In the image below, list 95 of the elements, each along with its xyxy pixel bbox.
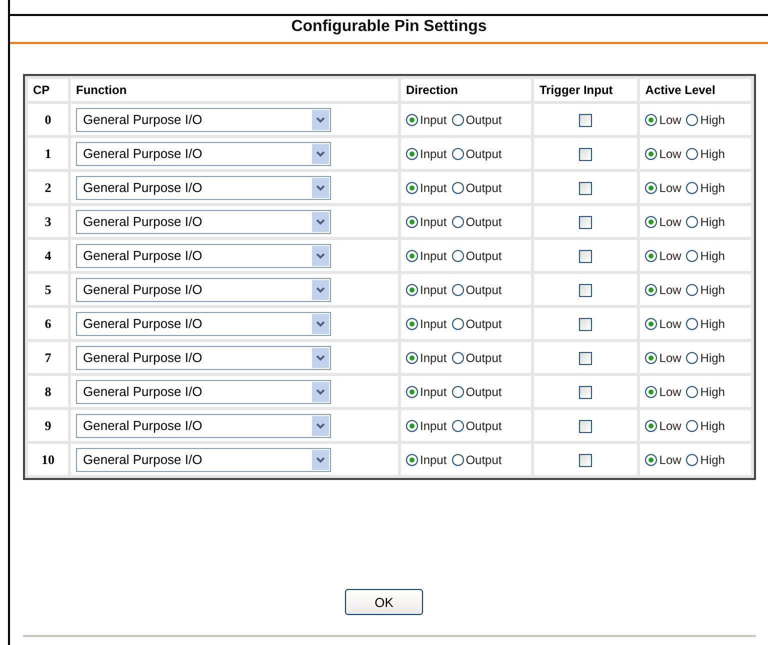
pin-number: 10 — [28, 444, 68, 475]
chevron-icon — [316, 218, 325, 224]
chevron-icon — [316, 388, 325, 394]
radio-button[interactable]: High — [686, 418, 725, 432]
checkbox[interactable] — [579, 386, 592, 399]
pin-number: 4 — [28, 240, 68, 271]
radio-button[interactable]: High — [686, 452, 725, 466]
column-header: CP — [28, 79, 68, 101]
radio-button[interactable]: Input — [406, 316, 447, 330]
radio-button[interactable]: Input — [406, 418, 447, 432]
radio-button[interactable]: Input — [406, 350, 447, 364]
checkbox[interactable] — [579, 182, 592, 195]
chevron-icon — [316, 286, 325, 292]
checkbox[interactable] — [579, 148, 592, 161]
checkbox[interactable] — [579, 318, 592, 331]
radio-button[interactable]: Low — [645, 452, 682, 466]
radio-button[interactable]: Input — [406, 282, 447, 296]
function-dropdown[interactable]: General Purpose I/O — [76, 414, 331, 438]
radio-button[interactable]: Output — [452, 146, 502, 160]
pin-number: 6 — [28, 308, 68, 339]
radio-button[interactable]: Input — [406, 180, 447, 194]
checkbox[interactable] — [579, 216, 592, 229]
function-dropdown[interactable]: General Purpose I/O — [76, 278, 331, 302]
pin-number: 9 — [28, 410, 68, 441]
radio-button[interactable]: High — [686, 350, 725, 364]
chevron-icon — [316, 150, 325, 156]
pin-number: 1 — [28, 138, 68, 169]
checkbox[interactable] — [579, 454, 592, 467]
function-dropdown[interactable]: General Purpose I/O — [76, 380, 331, 404]
radio-button[interactable]: High — [686, 316, 725, 330]
column-header: Function — [71, 79, 398, 101]
chevron-icon — [316, 116, 325, 122]
column-header: Direction — [400, 79, 532, 101]
ok-button[interactable]: OK — [345, 589, 423, 615]
chevron-icon — [316, 184, 325, 190]
radio-button[interactable]: Output — [452, 316, 502, 330]
radio-button[interactable]: Input — [406, 248, 447, 262]
radio-button[interactable]: Low — [645, 350, 682, 364]
radio-button[interactable]: Input — [406, 146, 447, 160]
checkbox[interactable] — [579, 420, 592, 433]
chevron-icon — [316, 456, 325, 462]
radio-button[interactable]: Output — [452, 350, 502, 364]
radio-button[interactable]: High — [686, 112, 725, 126]
pin-number: 3 — [28, 206, 68, 237]
function-dropdown[interactable]: General Purpose I/O — [76, 142, 331, 166]
radio-button[interactable]: Output — [452, 418, 502, 432]
chevron-icon — [316, 252, 325, 258]
radio-button[interactable]: Low — [645, 316, 682, 330]
radio-button[interactable]: Low — [645, 180, 682, 194]
chevron-icon — [316, 422, 325, 428]
radio-button[interactable]: Output — [452, 214, 502, 228]
radio-button[interactable]: Output — [452, 452, 502, 466]
radio-button[interactable]: Output — [452, 384, 502, 398]
radio-button[interactable]: Input — [406, 214, 447, 228]
column-header: Active Level — [640, 79, 751, 101]
checkbox[interactable] — [579, 250, 592, 263]
radio-button[interactable]: High — [686, 146, 725, 160]
function-dropdown[interactable]: General Purpose I/O — [76, 346, 331, 370]
page-title: Configurable Pin Settings — [291, 18, 487, 36]
radio-button[interactable]: Low — [645, 282, 682, 296]
radio-button[interactable]: High — [686, 248, 725, 262]
chevron-icon — [316, 320, 325, 326]
function-dropdown[interactable]: General Purpose I/O — [76, 108, 331, 132]
radio-button[interactable]: Low — [645, 248, 682, 262]
radio-button[interactable]: Output — [452, 282, 502, 296]
radio-button[interactable]: Output — [452, 248, 502, 262]
pin-number: 0 — [28, 104, 68, 135]
radio-button[interactable]: Input — [406, 452, 447, 466]
pin-number: 2 — [28, 172, 68, 203]
radio-button[interactable]: High — [686, 214, 725, 228]
radio-button[interactable]: Low — [645, 146, 682, 160]
radio-button[interactable]: Input — [406, 384, 447, 398]
pin-number: 8 — [28, 376, 68, 407]
radio-button[interactable]: Output — [452, 112, 502, 126]
checkbox[interactable] — [579, 284, 592, 297]
checkbox[interactable] — [579, 352, 592, 365]
radio-button[interactable]: Low — [645, 112, 682, 126]
function-dropdown[interactable]: General Purpose I/O — [76, 176, 331, 200]
radio-button[interactable]: Input — [406, 112, 447, 126]
function-dropdown[interactable]: General Purpose I/O — [76, 312, 331, 336]
function-dropdown[interactable]: General Purpose I/O — [76, 448, 331, 472]
radio-button[interactable]: Output — [452, 180, 502, 194]
radio-button[interactable]: High — [686, 282, 725, 296]
pin-number: 7 — [28, 342, 68, 373]
radio-button[interactable]: High — [686, 384, 725, 398]
pin-number: 5 — [28, 274, 68, 305]
function-dropdown[interactable]: General Purpose I/O — [76, 210, 331, 234]
chevron-icon — [316, 354, 325, 360]
radio-button[interactable]: High — [686, 180, 725, 194]
function-dropdown[interactable]: General Purpose I/O — [76, 244, 331, 268]
radio-button[interactable]: Low — [645, 418, 682, 432]
checkbox[interactable] — [579, 114, 592, 127]
column-header: Trigger Input — [534, 79, 638, 101]
radio-button[interactable]: Low — [645, 384, 682, 398]
radio-button[interactable]: Low — [645, 214, 682, 228]
